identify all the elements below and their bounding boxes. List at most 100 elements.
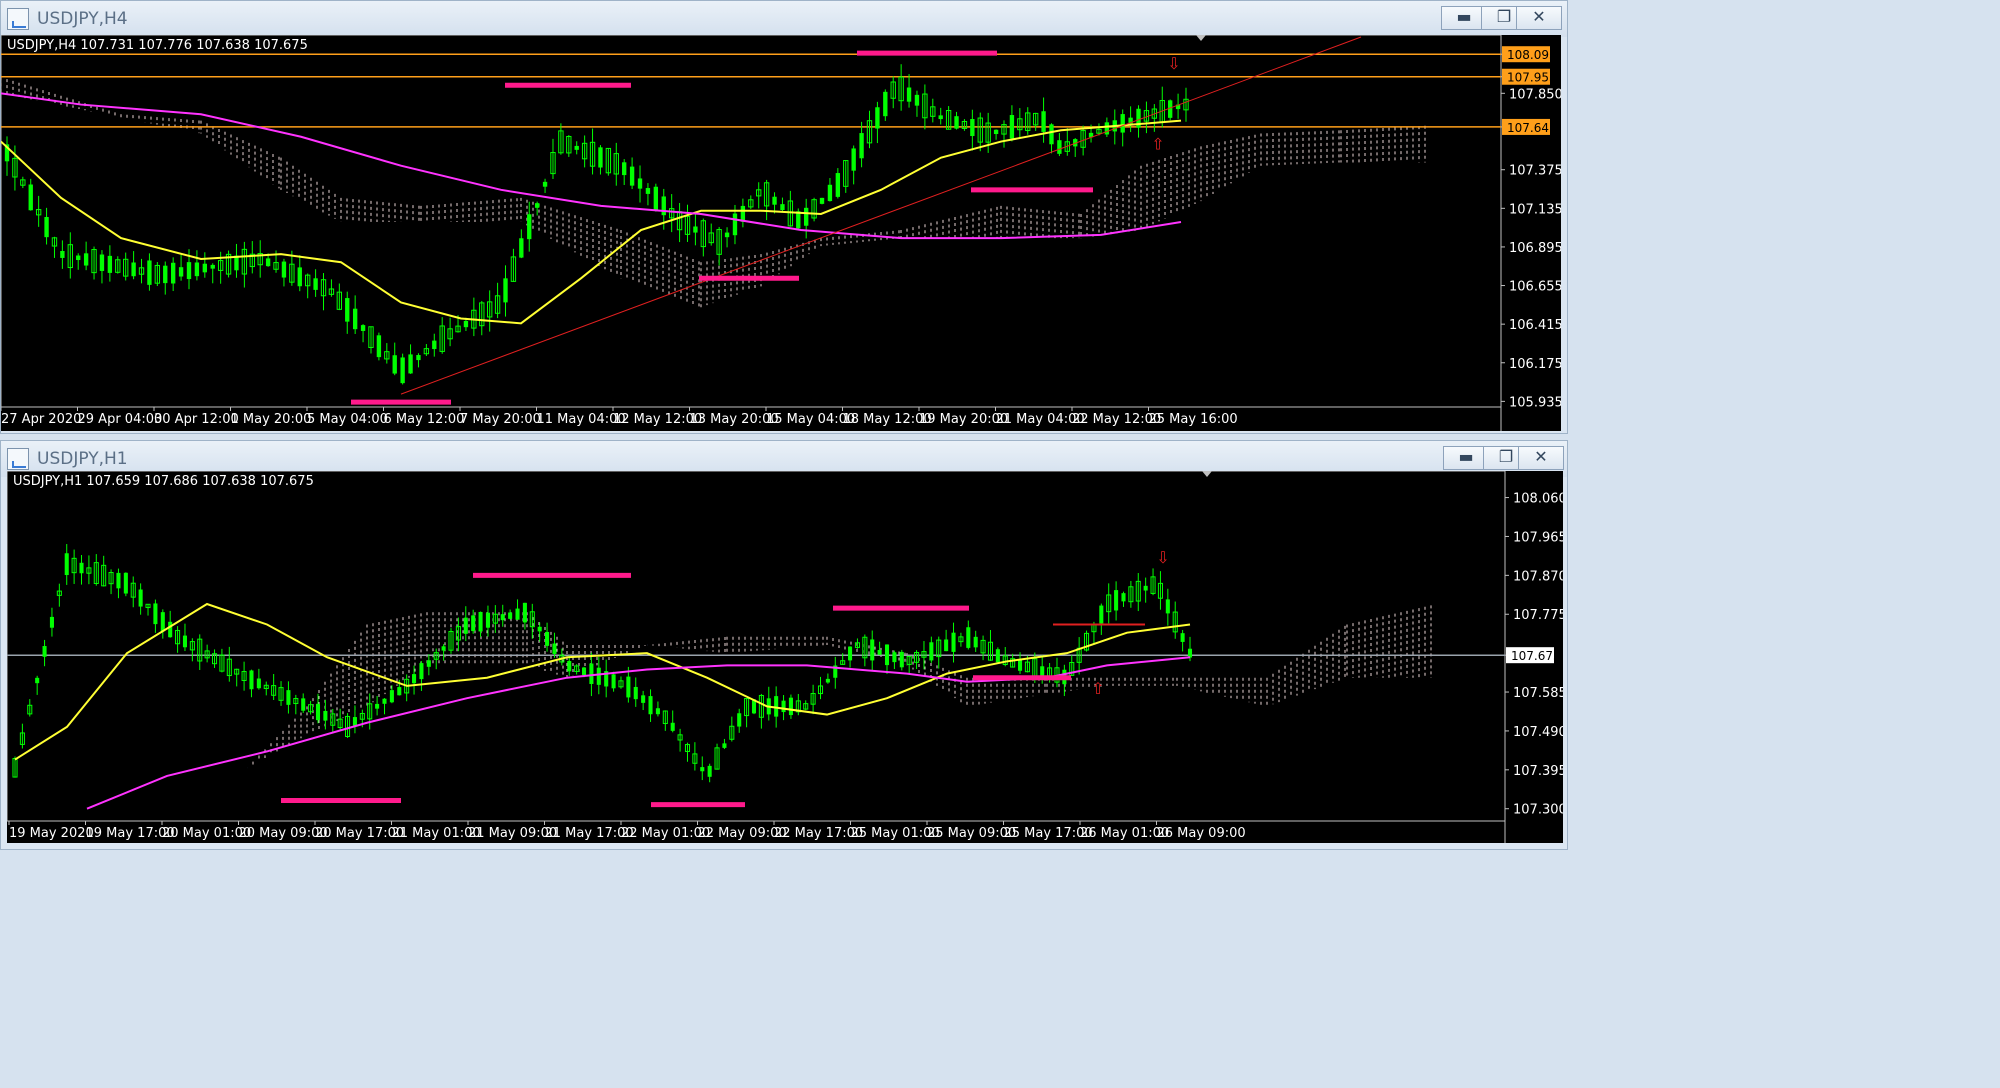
candle-body bbox=[249, 670, 254, 690]
y-axis-label: 106.175 bbox=[1509, 357, 1561, 372]
candle-body bbox=[722, 743, 727, 748]
candle-body bbox=[519, 238, 524, 258]
scroll-marker bbox=[1196, 35, 1206, 41]
trend-line bbox=[400, 36, 1362, 395]
y-axis-label: 107.135 bbox=[1509, 202, 1561, 217]
candle-body bbox=[160, 612, 165, 632]
candle-body bbox=[60, 250, 65, 258]
candle-body bbox=[740, 205, 746, 222]
candle-body bbox=[700, 767, 705, 772]
candle-body bbox=[382, 698, 387, 704]
chart-area-h4[interactable]: ⇩ ⇧ 108.093 107.953 107.850 107.641 107.375 107… bbox=[0, 34, 1563, 431]
candle-body bbox=[64, 553, 69, 576]
candle-body bbox=[352, 308, 358, 330]
candle-body bbox=[645, 188, 651, 194]
chart-area-h1[interactable]: ⇩ ⇧ 108.060 107.965 107.870 107.775 107.675 107… bbox=[6, 470, 1567, 843]
candle-body bbox=[581, 667, 587, 675]
y-axis-label: 107.375 bbox=[1509, 164, 1561, 179]
candle-body bbox=[1041, 111, 1046, 132]
candle-body bbox=[44, 217, 49, 238]
candle-body bbox=[641, 695, 646, 703]
candle-body bbox=[661, 196, 666, 216]
candle-body bbox=[848, 646, 853, 661]
candle-body bbox=[819, 197, 825, 204]
candle-body bbox=[1057, 140, 1062, 154]
y-axis-label: 108.060 bbox=[1513, 492, 1563, 507]
chart-svg-h4: ⇩ ⇧ 108.093 107.953 107.850 107.641 107.375 107… bbox=[0, 34, 1563, 431]
candle-body bbox=[780, 204, 785, 211]
candle-body bbox=[392, 355, 397, 374]
candle-body bbox=[835, 173, 841, 197]
candle-body bbox=[301, 698, 306, 711]
candle-body bbox=[825, 678, 830, 683]
candle-body bbox=[345, 298, 350, 322]
candle-body bbox=[281, 261, 287, 278]
candle-body bbox=[951, 632, 956, 652]
candle-body bbox=[772, 196, 777, 205]
candle-body bbox=[286, 690, 291, 705]
candle-body bbox=[522, 602, 527, 623]
candle-body bbox=[210, 264, 215, 269]
price-label: 107.641 bbox=[1507, 121, 1557, 135]
y-axis-label: 106.655 bbox=[1509, 280, 1561, 295]
x-axis-label: 5 May 04:00 bbox=[307, 412, 388, 427]
y-axis-label: 107.965 bbox=[1513, 530, 1563, 545]
candle-body bbox=[107, 255, 113, 273]
candle-body bbox=[99, 254, 105, 271]
ohlc-header: USDJPY,H1 107.659 107.686 107.638 107.67… bbox=[13, 474, 314, 489]
candle-body bbox=[178, 267, 184, 277]
up-arrow-icon: ⇧ bbox=[1091, 679, 1104, 698]
candle-body bbox=[35, 677, 40, 684]
candle-body bbox=[1187, 648, 1193, 658]
candle-body bbox=[870, 639, 875, 661]
candle-body bbox=[503, 278, 508, 303]
candle-body bbox=[1143, 585, 1148, 591]
candle-body bbox=[1104, 122, 1110, 135]
candle-body bbox=[432, 340, 437, 350]
window-title: USDJPY,H4 bbox=[37, 9, 128, 29]
candle-body bbox=[168, 621, 173, 638]
candle-body bbox=[542, 181, 548, 187]
candle-body bbox=[995, 649, 1000, 663]
candle-body bbox=[804, 207, 809, 226]
ma-fast-line bbox=[0, 119, 1182, 325]
candle-body bbox=[419, 663, 424, 680]
candle-body bbox=[123, 572, 128, 594]
candle-body bbox=[131, 262, 136, 277]
x-axis-label: 19 May 2020 bbox=[9, 826, 94, 841]
candle-body bbox=[567, 661, 572, 672]
candle-body bbox=[49, 616, 54, 628]
candle-body bbox=[463, 617, 468, 634]
candle-body bbox=[707, 765, 712, 777]
candle-body bbox=[653, 186, 659, 211]
candle-body bbox=[1009, 115, 1015, 139]
candle-body bbox=[182, 635, 188, 648]
candle-body bbox=[574, 145, 579, 150]
x-axis-label: 7 May 20:00 bbox=[460, 412, 541, 427]
candle-body bbox=[883, 91, 888, 117]
candle-body bbox=[1099, 605, 1104, 624]
candle-body bbox=[352, 717, 357, 726]
y-axis-label: 107.490 bbox=[1513, 725, 1563, 740]
plot-frame bbox=[6, 470, 1506, 822]
close-button[interactable]: ✕ bbox=[1518, 446, 1564, 470]
candle-body bbox=[670, 722, 675, 731]
close-button[interactable]: ✕ bbox=[1516, 6, 1562, 30]
x-axis-label: 1 May 20:00 bbox=[231, 412, 312, 427]
candle-body bbox=[724, 232, 730, 238]
candle-body bbox=[441, 646, 446, 651]
candle-body bbox=[360, 325, 366, 331]
candle-body bbox=[463, 320, 469, 328]
candle-body bbox=[153, 603, 158, 625]
window-titlebar[interactable]: USDJPY,H4 ▬ ❐ ✕ bbox=[1, 1, 1567, 37]
x-axis-label: 29 Apr 04:00 bbox=[78, 412, 163, 427]
candle-body bbox=[929, 642, 934, 661]
candle-body bbox=[163, 265, 168, 284]
candle-body bbox=[914, 94, 920, 106]
candle-body bbox=[138, 589, 143, 607]
ma-fast-line bbox=[14, 602, 1191, 761]
x-axis-label: 6 May 12:00 bbox=[384, 412, 465, 427]
chart-window-h4: USDJPY,H4 ▬ ❐ ✕ ⇩ ⇧ 108.093 107.953 107.850 1… bbox=[0, 0, 1568, 434]
candle-body bbox=[993, 129, 999, 135]
candle-body bbox=[315, 703, 321, 721]
